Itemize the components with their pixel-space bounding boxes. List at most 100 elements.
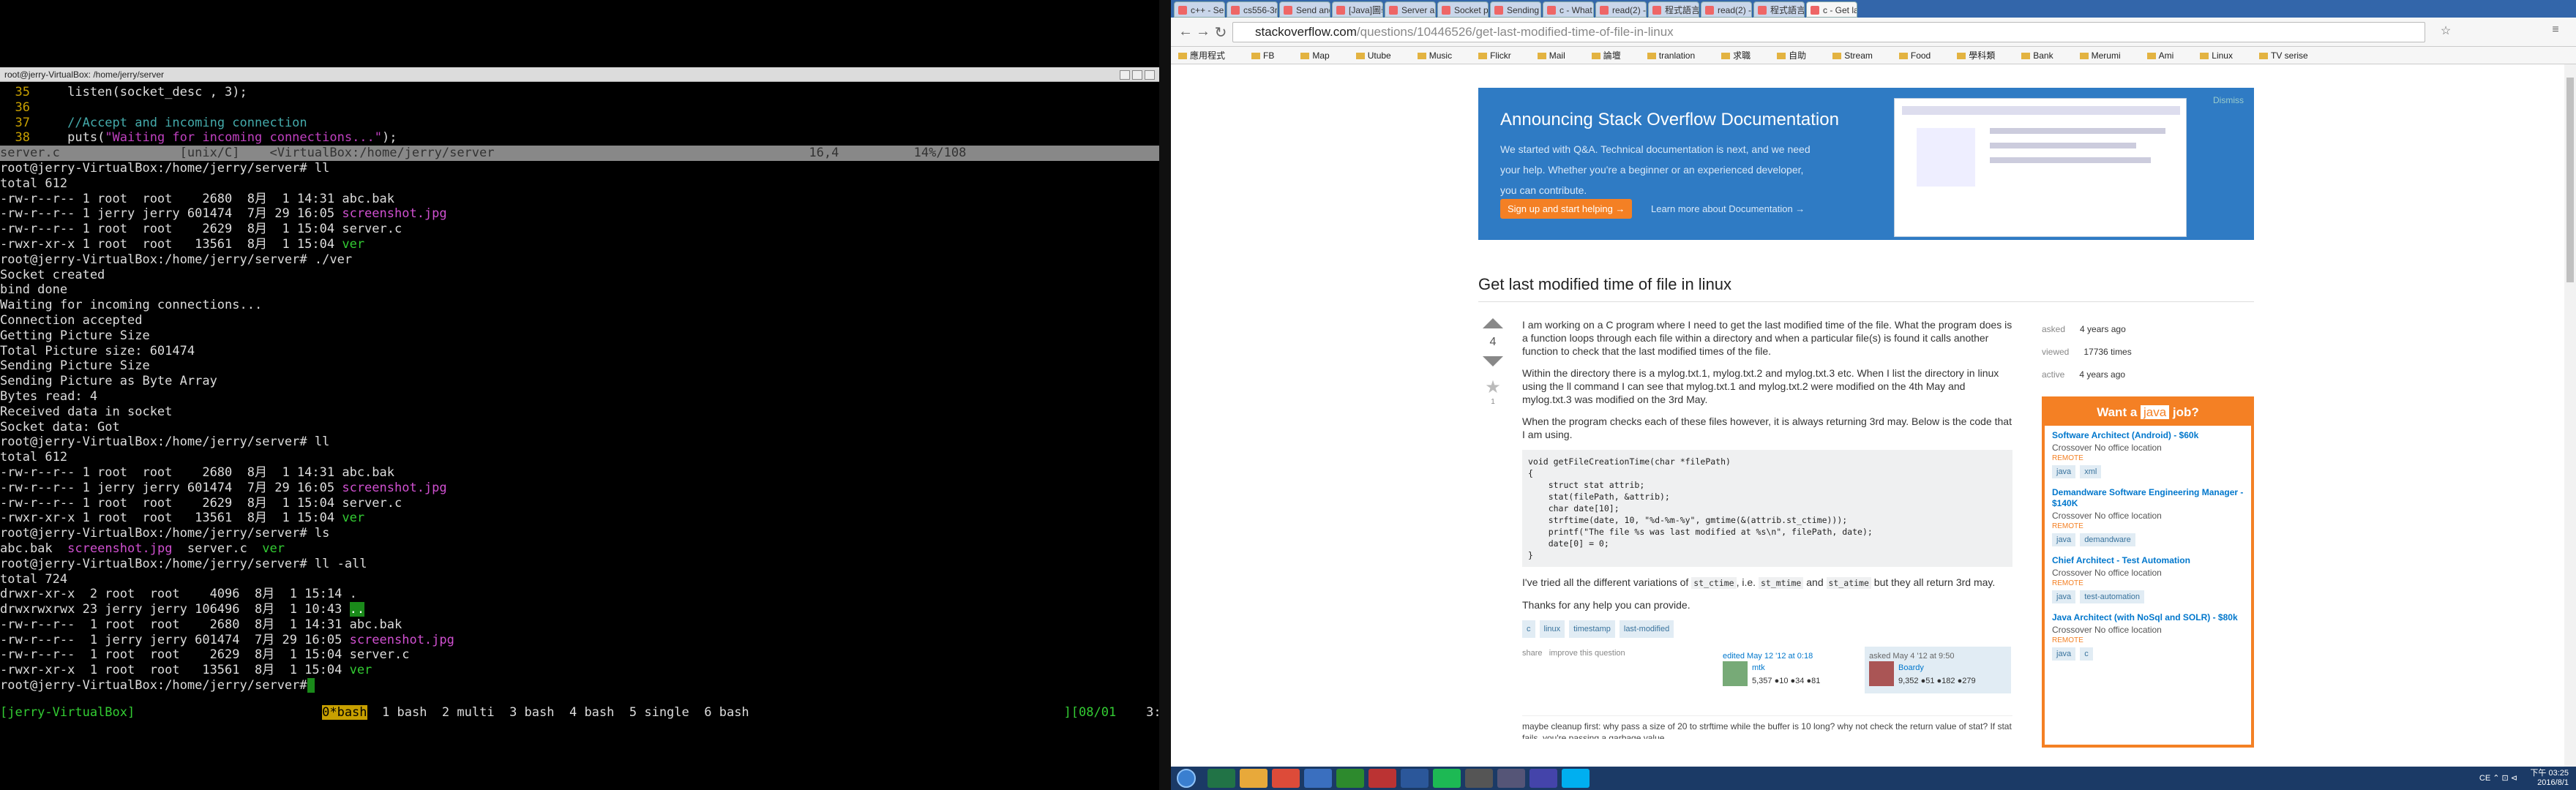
scroll-thumb[interactable] [2566,78,2574,282]
job-listing[interactable]: Java Architect (with NoSql and SOLR) - $… [2045,608,2251,665]
job-listing[interactable]: Software Architect (Android) - $60k Cross… [2045,426,2251,483]
tab[interactable]: cs556-3rd-tu... [1227,1,1278,18]
address-bar[interactable]: stackoverflow.com/questions/10446526/get… [1232,22,2425,42]
bookmark-item[interactable]: Utube [1355,50,1404,61]
bookmark-item[interactable]: Bank [2021,50,2066,61]
favorite-star-icon[interactable]: ★ [1478,377,1508,398]
app-icon[interactable] [1530,769,1557,788]
bookmark-item[interactable]: tranlation [1647,50,1708,61]
app-icon[interactable] [1465,769,1493,788]
tag[interactable]: c [2080,647,2093,661]
bookmark-item[interactable]: TV serise [2258,50,2321,61]
job-title[interactable]: Chief Architect - Test Automation [2052,555,2244,566]
asker-name[interactable]: Boardy [1898,661,1924,674]
reload-icon[interactable]: ↻ [1212,23,1229,42]
learn-more-link[interactable]: Learn more about Documentation → [1651,203,1805,214]
tab[interactable]: Send and Re... [1279,1,1330,18]
forward-icon[interactable]: → [1194,23,1212,40]
tag[interactable]: demandware [2080,533,2135,546]
signup-button[interactable]: Sign up and start helping → [1500,199,1633,219]
tab[interactable]: 程式語言教學... [1753,1,1805,18]
bookmark-item[interactable]: 自助 [1777,50,1819,61]
dismiss-link[interactable]: Dismiss [2213,95,2244,105]
job-listing[interactable]: Demandware Software Engineering Manager … [2045,483,2251,551]
tab[interactable]: Server and cl... [1385,1,1436,18]
excel-icon[interactable] [1208,769,1235,788]
start-button[interactable] [1177,769,1196,788]
bookmark-item[interactable]: 論壇 [1591,50,1634,61]
bookmark-item[interactable]: Stream [1832,50,1886,61]
bookmark-item[interactable]: Music [1417,50,1465,61]
bookmark-item[interactable]: Ami [2146,50,2187,61]
tab[interactable]: [Java]圖學時... [1332,1,1383,18]
tab[interactable]: 程式語言教學... [1648,1,1699,18]
tab[interactable]: read(2) - Lin... [1595,1,1647,18]
back-icon[interactable]: ← [1177,23,1194,40]
downvote-icon[interactable] [1483,356,1503,366]
tag[interactable]: linux [1539,620,1565,638]
bookmark-item[interactable]: 求職 [1721,50,1764,61]
close-button[interactable] [1145,70,1155,80]
editor-name[interactable]: mtk [1752,661,1765,674]
tab[interactable]: c - Get last m... [1806,1,1857,18]
tab[interactable]: c - What is s... [1543,1,1594,18]
browser-window[interactable]: c++ - Sendi... cs556-3rd-tu... Send and Re… [1171,0,2576,790]
avatar[interactable] [1723,661,1748,686]
menu-icon[interactable]: ≡ [2547,23,2564,37]
tag[interactable]: java [2052,590,2076,603]
tmux-window[interactable]: 0*bash [322,705,367,720]
tmux-window[interactable]: 3 bash [509,705,554,720]
tmux-window[interactable]: 1 bash [382,705,427,720]
tmux-window[interactable]: 6 bash [704,705,749,720]
bookmark-item[interactable]: 學科類 [1957,50,2008,61]
tag[interactable]: c [1522,620,1535,638]
system-tray[interactable]: CE ⌃ ⊡ ⊲ [2479,773,2517,783]
tag[interactable]: test-automation [2080,590,2145,603]
bookmark-item[interactable]: Food [1898,50,1944,61]
tag[interactable]: last-modified [1619,620,1674,638]
tab[interactable]: Sending Ima... [1490,1,1541,18]
tab[interactable]: Socket progr... [1437,1,1489,18]
bookmark-item[interactable]: Flickr [1478,50,1524,61]
job-title[interactable]: Demandware Software Engineering Manager … [2052,487,2244,509]
tab[interactable]: read(2) - Lin... [1701,1,1752,18]
tag[interactable]: timestamp [1569,620,1615,638]
skype-icon[interactable] [1562,769,1590,788]
maximize-button[interactable] [1132,70,1142,80]
app-icon[interactable] [1304,769,1332,788]
virtualbox-icon[interactable] [1497,769,1525,788]
job-listing[interactable]: Chief Architect - Test Automation Crossov… [2045,551,2251,608]
chrome-icon[interactable] [1272,769,1300,788]
bookmark-item[interactable]: 應用程式 [1178,50,1238,61]
tab[interactable]: c++ - Sendi... [1174,1,1225,18]
job-title[interactable]: Software Architect (Android) - $60k [2052,430,2244,441]
tag[interactable]: xml [2080,465,2102,478]
share-link[interactable]: share [1522,649,1543,658]
bookmark-item[interactable]: Linux [2200,50,2246,61]
app-icon[interactable] [1336,769,1364,788]
job-title[interactable]: Java Architect (with NoSql and SOLR) - $… [2052,612,2244,623]
tmux-window[interactable]: 4 bash [569,705,614,720]
word-icon[interactable] [1401,769,1429,788]
spotify-icon[interactable] [1433,769,1461,788]
tmux-window[interactable]: 5 single [629,705,689,720]
tag[interactable]: java [2052,465,2076,478]
app-icon[interactable] [1368,769,1396,788]
explorer-icon[interactable] [1240,769,1268,788]
tag[interactable]: java [2052,647,2076,661]
improve-link[interactable]: improve this question [1549,649,1625,658]
minimize-button[interactable] [1120,70,1130,80]
question-title[interactable]: Get last modified time of file in linux [1478,275,1731,294]
avatar[interactable] [1869,661,1894,686]
bookmark-item[interactable]: Mail [1537,50,1579,61]
tag[interactable]: java [2052,533,2076,546]
bookmark-item[interactable]: FB [1251,50,1287,61]
star-icon[interactable]: ☆ [2437,23,2455,38]
bookmark-item[interactable]: Map [1300,50,1342,61]
terminal-output[interactable]: 35 listen(socket_desc , 3); 36 37 //Acce… [0,85,1159,693]
upvote-icon[interactable] [1483,318,1503,328]
terminal-window[interactable]: root@jerry-VirtualBox: /home/jerry/serve… [0,0,1199,790]
scrollbar[interactable] [2564,64,2576,767]
bookmark-item[interactable]: Merumi [2079,50,2134,61]
clock[interactable]: 下午 03:25 2016/8/1 [2530,769,2569,788]
